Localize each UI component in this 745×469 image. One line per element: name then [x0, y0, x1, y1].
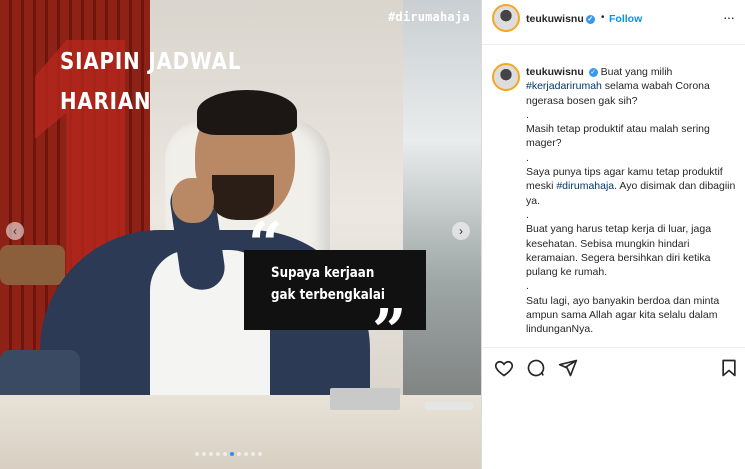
headline-line-2: HARIAN	[60, 89, 152, 115]
avatar[interactable]	[492, 4, 520, 32]
caption-text-segment: Buat yang milih	[600, 66, 673, 78]
media-hashtag: #dirumahaja	[388, 10, 470, 24]
caption-line: .	[526, 108, 529, 121]
caption-line: Satu lagi, ayo banyakin berdoa dan minta…	[526, 294, 720, 336]
media-headline: SIAPIN JADWAL HARIAN	[60, 42, 241, 122]
caption-section: teukuwisnu ✓ Buat yang milih #kerjadarir…	[482, 48, 745, 348]
next-slide-button[interactable]: ›	[452, 222, 470, 240]
caption-avatar[interactable]	[492, 63, 520, 91]
header-separator: •	[601, 12, 605, 23]
previous-slide-button[interactable]: ‹	[6, 222, 24, 240]
carousel-dot	[230, 452, 234, 456]
caption-username[interactable]: teukuwisnu	[526, 66, 584, 78]
carousel-dot	[237, 452, 241, 456]
quote-line-1: Supaya kerjaan	[271, 265, 375, 281]
comment-icon[interactable]	[526, 358, 546, 378]
share-icon[interactable]	[558, 358, 578, 378]
verified-badge-icon: ✓	[585, 14, 595, 24]
caption-line: .	[526, 280, 529, 293]
caption-line: Buat yang harus tetap kerja di luar, jag…	[526, 223, 712, 279]
post-media[interactable]: #dirumahaja SIAPIN JADWAL HARIAN “ Supay…	[0, 0, 481, 469]
caption-line: .	[526, 151, 529, 164]
caption-hashtag-link[interactable]: #dirumahaja	[556, 180, 614, 192]
laptop	[330, 388, 400, 410]
carousel-dots	[195, 452, 262, 456]
caption-line: Masih tetap produktif atau malah sering …	[526, 123, 710, 150]
caption-text: teukuwisnu ✓ Buat yang milih #kerjadarir…	[526, 65, 736, 337]
post-header: teukuwisnu ✓ • Follow ···	[482, 0, 745, 45]
carousel-dot	[202, 452, 206, 456]
header-username[interactable]: teukuwisnu ✓	[526, 13, 595, 25]
caption-hashtag-link[interactable]: #kerjadarirumah	[526, 80, 602, 92]
carousel-dot	[195, 452, 199, 456]
post-sidebar: teukuwisnu ✓ • Follow ··· teukuwisnu ✓ Bu…	[481, 0, 745, 469]
caption-line: .	[526, 208, 529, 221]
heart-icon[interactable]	[494, 358, 514, 378]
quote-text: Supaya kerjaan gak terbengkalai	[271, 262, 385, 306]
caption-line: Saya punya tips agar kamu tetap produkti…	[526, 165, 736, 208]
desk	[0, 395, 481, 469]
carousel-dot	[216, 452, 220, 456]
headline-line-1: SIAPIN JADWAL	[60, 49, 242, 75]
phone	[425, 402, 473, 410]
bag-shape	[0, 245, 65, 285]
bookmark-icon[interactable]	[719, 358, 739, 378]
person-hand	[172, 178, 214, 223]
more-options-icon[interactable]: ···	[723, 9, 735, 25]
instagram-post: #dirumahaja SIAPIN JADWAL HARIAN “ Supay…	[0, 0, 745, 469]
action-bar	[482, 347, 745, 388]
follow-button[interactable]: Follow	[609, 13, 642, 25]
carousel-dot	[209, 452, 213, 456]
carousel-dot	[258, 452, 262, 456]
caption-verified-badge-icon: ✓	[588, 67, 598, 77]
carousel-dot	[244, 452, 248, 456]
header-username-text[interactable]: teukuwisnu	[526, 13, 584, 25]
carousel-dot	[251, 452, 255, 456]
carousel-dot	[223, 452, 227, 456]
close-quote-icon: ”	[372, 297, 407, 367]
quote-line-2: gak terbengkalai	[271, 287, 385, 303]
